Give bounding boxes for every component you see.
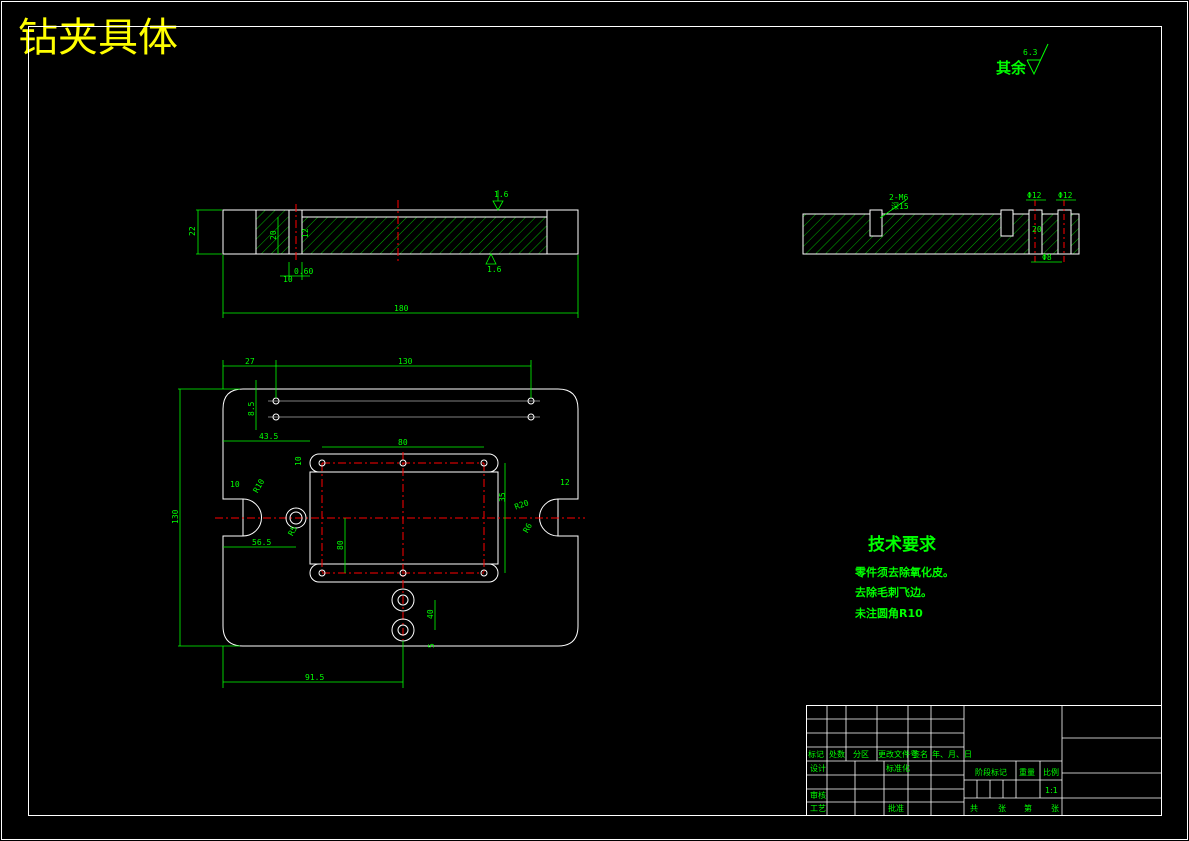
- dim-slot-width: 10: [294, 456, 303, 466]
- title-block: 标记 处数 分区 更改文件号 签名 年、月、日 设计 标准化 审核 工艺 批准 …: [806, 705, 1162, 816]
- tech-item-3: 未注圆角R10: [854, 606, 923, 620]
- front-depth-dim: 0.60: [294, 267, 313, 276]
- tb-sheet-unit: 张: [998, 804, 1006, 813]
- finish-symbol-bottom: 1.6: [485, 253, 502, 274]
- side-depth-dim: 20: [1032, 225, 1042, 234]
- dim-overall-height: 130: [171, 509, 180, 524]
- plan-view: 27 130 8.5 43.5 80 10 10 R10 56.5 R5 130…: [171, 357, 585, 688]
- tb-weight: 重量: [1019, 767, 1035, 777]
- dim-radius-left: R10: [251, 477, 266, 494]
- dim-left-offset: 27: [245, 357, 255, 366]
- tech-item-2: 去除毛刺飞边。: [855, 585, 932, 599]
- dim-center-dist: 56.5: [252, 538, 271, 547]
- tb-stage-mark: 阶段标记: [975, 767, 1007, 777]
- dim-small-r: R5: [286, 524, 299, 537]
- tb-design: 设计: [810, 763, 826, 773]
- tb-scale-value: 1:1: [1045, 786, 1058, 795]
- tb-process: 工艺: [810, 804, 826, 813]
- dim-hole-span: 130: [398, 357, 413, 366]
- plan-dimensions: 27 130 8.5 43.5 80 10 10 R10 56.5 R5 130…: [171, 357, 570, 688]
- front-length-dim: 180: [394, 304, 409, 313]
- surface-finish-value: 6.3: [1023, 48, 1038, 57]
- front-finish-top: 1.6: [494, 190, 509, 199]
- tb-mark: 标记: [808, 749, 824, 759]
- side-view: 2-M6 深15 Φ12 Φ12 Φ8 20: [802, 191, 1080, 263]
- dim-inner-height: 80: [336, 540, 345, 550]
- front-inner-dim: 20: [269, 230, 278, 240]
- dim-slot-offset: 43.5: [259, 432, 278, 441]
- tech-item-1: 零件须去除氧化皮。: [854, 565, 954, 579]
- tb-scale-label: 比例: [1043, 767, 1059, 777]
- dim-right-width: 12: [560, 478, 570, 487]
- tb-sign: 签名: [912, 749, 928, 759]
- tb-approve: 批准: [888, 803, 904, 813]
- tb-sheet-no: 第: [1024, 803, 1032, 813]
- dim-bottom-offset: 40: [426, 609, 435, 619]
- finish-symbol-top: 1.6: [492, 190, 509, 211]
- dim-bottom-dist: 91.5: [305, 673, 324, 682]
- tb-review: 审核: [810, 790, 826, 800]
- tb-date: 年、月、日: [932, 749, 972, 759]
- tb-count: 处数: [829, 749, 845, 759]
- dim-radius-right: R20: [513, 498, 530, 511]
- tech-requirements: 技术要求 零件须去除氧化皮。 去除毛刺飞边。 未注圆角R10: [854, 534, 954, 620]
- dim-bottom-gap: 5: [427, 643, 436, 648]
- tb-standardize: 标准化: [886, 763, 910, 773]
- front-offset-dim: 10: [283, 275, 293, 284]
- tb-zone: 分区: [853, 750, 869, 759]
- dim-rect-height: 35: [498, 492, 507, 502]
- dim-left-width: 10: [230, 480, 240, 489]
- side-hole1-dim: Φ12: [1027, 191, 1042, 200]
- tb-sheet-total: 共: [970, 804, 978, 813]
- tb-sheet-unit2: 张: [1051, 804, 1059, 813]
- tech-heading: 技术要求: [868, 534, 936, 555]
- dim-right-hole: R6: [521, 521, 534, 534]
- cad-drawing-canvas: 其余 6.3 22 20 12 10 0.60 1.6 1.6 180 2-M6…: [1, 1, 1188, 840]
- side-thread-depth: 深15: [891, 202, 909, 211]
- side-hole2-dim: Φ12: [1058, 191, 1073, 200]
- outer-border: [1, 1, 1188, 840]
- front-height-dim: 22: [188, 226, 197, 236]
- front-slot-dim: 12: [301, 228, 310, 238]
- front-finish-bottom: 1.6: [487, 265, 502, 274]
- surface-finish-prefix: 其余: [996, 59, 1027, 77]
- side-bore-dim: Φ8: [1042, 253, 1052, 262]
- dim-slot-span: 80: [398, 438, 408, 447]
- front-view: 22 20 12 10 0.60 1.6 1.6 180: [188, 190, 579, 318]
- surface-finish-note: 其余 6.3: [996, 43, 1049, 77]
- dim-hole-pitch: 8.5: [247, 401, 256, 416]
- front-view-hatch-main: [301, 216, 548, 255]
- inner-border: [28, 26, 1162, 816]
